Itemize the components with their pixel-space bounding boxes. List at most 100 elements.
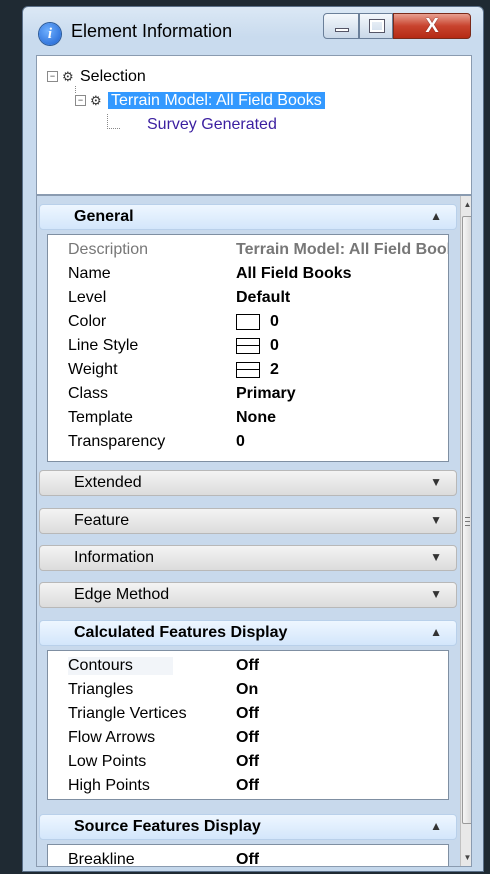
property-row-triangles[interactable]: Triangles On — [48, 679, 448, 703]
section-title: Edge Method — [74, 586, 170, 603]
chevron-down-icon: ▼ — [430, 475, 442, 489]
properties-panel: General ▲ Description Terrain Model: All… — [36, 195, 472, 867]
property-value: Off — [236, 851, 260, 867]
maximize-icon — [369, 19, 385, 33]
tree-node-survey-generated[interactable]: Survey Generated — [147, 116, 277, 134]
property-key: Triangle Vertices — [68, 705, 187, 722]
close-button[interactable]: X — [393, 13, 471, 39]
property-value: Terrain Model: All Field Books — [236, 241, 448, 258]
section-title: Source Features Display — [74, 818, 261, 835]
property-value: 0 — [236, 433, 245, 450]
section-title: Information — [74, 549, 155, 566]
calculated-features-grid: Contours Off Triangles On Triangle Verti… — [47, 650, 449, 800]
weight-swatch — [236, 361, 260, 378]
element-information-window: i Element Information X − ⚙ Selection − ⚙ Te… — [22, 6, 484, 872]
property-value: Default — [236, 289, 291, 306]
property-key: Template — [68, 409, 133, 426]
scroll-up-icon[interactable]: ▲ — [462, 200, 471, 209]
section-calculated-features-header[interactable]: Calculated Features Display ▲ — [39, 620, 457, 646]
property-row-breakline[interactable]: Breakline Off — [48, 849, 448, 867]
section-edge-method-header[interactable]: Edge Method ▼ — [39, 582, 457, 608]
property-row-weight[interactable]: Weight 2 — [48, 359, 448, 383]
grip-icon — [465, 521, 470, 522]
window-title: Element Information — [71, 21, 233, 41]
property-row-line-style[interactable]: Line Style 0 — [48, 335, 448, 359]
property-row-transparency[interactable]: Transparency 0 — [48, 431, 448, 455]
property-value: Off — [236, 705, 260, 722]
property-key: Transparency — [68, 433, 166, 450]
grip-icon — [465, 517, 470, 518]
property-value: Primary — [236, 385, 296, 402]
minimize-button[interactable] — [323, 13, 359, 39]
section-title: Calculated Features Display — [74, 624, 288, 641]
property-key: High Points — [68, 777, 150, 794]
scrollbar-thumb[interactable] — [462, 216, 471, 824]
property-value: All Field Books — [236, 265, 352, 282]
property-row-contours[interactable]: Contours Off — [48, 655, 448, 679]
color-swatch — [236, 313, 260, 330]
property-row-level[interactable]: Level Default — [48, 287, 448, 311]
property-key: Flow Arrows — [68, 729, 156, 746]
chevron-up-icon: ▲ — [430, 819, 442, 833]
property-key: Description — [68, 241, 149, 258]
property-row-template[interactable]: Template None — [48, 407, 448, 431]
property-row-low-points[interactable]: Low Points Off — [48, 751, 448, 775]
section-feature-header[interactable]: Feature ▼ — [39, 508, 457, 534]
tree-node-terrain-model[interactable]: − ⚙ Terrain Model: All Field Books — [75, 92, 325, 110]
tree-connector — [107, 114, 120, 129]
tree-node-label: Survey Generated — [147, 116, 277, 133]
chevron-up-icon: ▲ — [430, 209, 442, 223]
property-row-name[interactable]: Name All Field Books — [48, 263, 448, 287]
grip-icon — [465, 525, 470, 526]
tree-node-label: Terrain Model: All Field Books — [108, 92, 325, 109]
info-icon: i — [39, 23, 61, 45]
property-row-class[interactable]: Class Primary — [48, 383, 448, 407]
property-row-flow-arrows[interactable]: Flow Arrows Off — [48, 727, 448, 751]
collapse-toggle-icon[interactable]: − — [47, 71, 58, 83]
property-value: On — [236, 681, 259, 698]
property-value: Off — [236, 777, 260, 794]
general-properties-grid: Description Terrain Model: All Field Boo… — [47, 234, 449, 462]
property-key: Weight — [68, 361, 118, 378]
property-value-wrap: 0 — [236, 337, 279, 355]
vertical-scrollbar[interactable]: ▲ ▼ — [460, 196, 471, 866]
property-value-wrap: 0 — [236, 313, 279, 331]
terrain-model-icon: ⚙ — [90, 92, 102, 108]
property-key: Class — [68, 385, 109, 402]
property-value: 2 — [270, 361, 279, 378]
chevron-down-icon: ▼ — [430, 550, 442, 564]
chevron-up-icon: ▲ — [430, 625, 442, 639]
property-value: Off — [236, 753, 260, 770]
line-style-swatch — [236, 337, 260, 354]
title-bar[interactable]: i Element Information X — [23, 7, 483, 55]
tree-node-label: Selection — [80, 68, 146, 85]
property-value-wrap: 2 — [236, 361, 279, 379]
property-key: Triangles — [68, 681, 134, 698]
property-key: Level — [68, 289, 107, 306]
collapse-toggle-icon[interactable]: − — [75, 95, 86, 107]
property-row-color[interactable]: Color 0 — [48, 311, 448, 335]
property-key: Color — [68, 313, 107, 330]
property-row-triangle-vertices[interactable]: Triangle Vertices Off — [48, 703, 448, 727]
chevron-down-icon: ▼ — [430, 513, 442, 527]
property-value: 0 — [270, 337, 279, 354]
section-information-header[interactable]: Information ▼ — [39, 545, 457, 571]
property-key: Line Style — [68, 337, 139, 354]
tree-node-selection[interactable]: − ⚙ Selection — [47, 68, 146, 86]
section-extended-header[interactable]: Extended ▼ — [39, 470, 457, 496]
tree-structure-icon: ⚙ — [62, 68, 74, 84]
maximize-button[interactable] — [359, 13, 393, 39]
section-general-header[interactable]: General ▲ — [39, 204, 457, 230]
section-title: General — [74, 208, 134, 225]
scroll-down-icon[interactable]: ▼ — [462, 853, 471, 862]
property-key: Breakline — [68, 851, 135, 867]
section-title: Feature — [74, 512, 130, 529]
close-icon: X — [425, 15, 439, 37]
property-row-description[interactable]: Description Terrain Model: All Field Boo… — [48, 239, 448, 263]
section-source-features-header[interactable]: Source Features Display ▲ — [39, 814, 457, 840]
chevron-down-icon: ▼ — [430, 587, 442, 601]
property-value: Off — [236, 657, 260, 674]
section-title: Extended — [74, 474, 142, 491]
property-key: Low Points — [68, 753, 147, 770]
property-row-high-points[interactable]: High Points Off — [48, 775, 448, 799]
